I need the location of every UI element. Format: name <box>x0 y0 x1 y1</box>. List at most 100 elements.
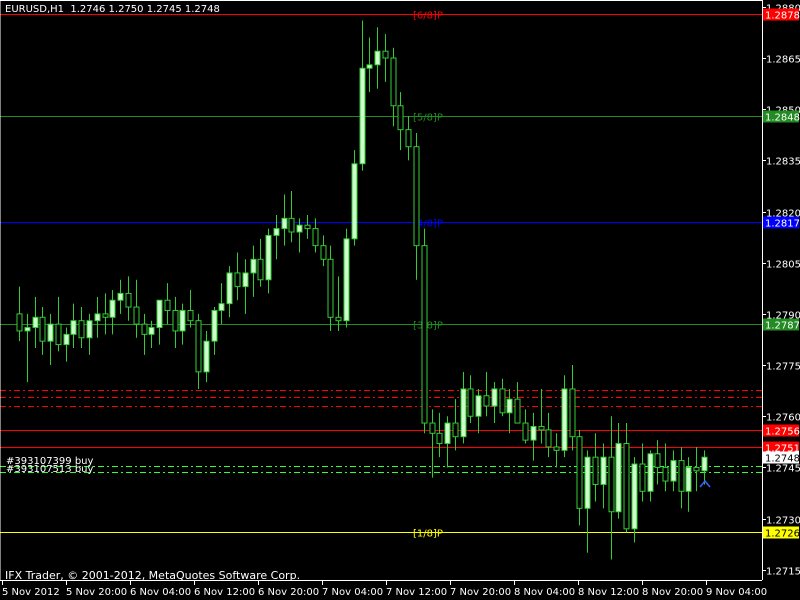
symbol-timeframe: EURUSD,H1 <box>5 4 65 15</box>
candle-body <box>678 460 685 492</box>
candle-body <box>553 446 560 451</box>
candle-body <box>172 309 179 332</box>
candle-body <box>109 299 116 318</box>
x-tick-label: 7 Nov 04:00 <box>322 587 383 598</box>
y-tick-label: 1.2865 <box>766 55 800 66</box>
candle-body <box>304 224 311 230</box>
candle-body <box>499 388 506 414</box>
candle-body <box>569 388 576 438</box>
candle-body <box>639 463 646 492</box>
candle-body <box>343 238 350 322</box>
x-tick-label: 6 Nov 20:00 <box>258 587 319 598</box>
candle-body <box>102 313 109 318</box>
candle-body <box>397 105 404 131</box>
price-tag-text: 1.2756 <box>765 427 800 438</box>
candle-body <box>296 224 303 233</box>
candle-body <box>405 129 412 148</box>
candle-body <box>600 456 607 485</box>
copyright-text: IFX Trader, © 2001-2012, MetaQuotes Soft… <box>5 569 301 582</box>
candle-body <box>382 50 389 59</box>
order-label[interactable]: #393107513 buy <box>6 464 93 475</box>
candle-body <box>78 320 85 339</box>
candle-body <box>32 316 39 329</box>
candle-body <box>429 422 436 434</box>
candle-body <box>234 272 241 288</box>
y-tick-label: 1.2805 <box>766 260 800 271</box>
candle-body <box>584 456 591 509</box>
candle-body <box>226 272 233 305</box>
candle-body <box>141 323 148 335</box>
x-tick-label: 8 Nov 12:00 <box>578 587 639 598</box>
level-label: [6/8]P <box>413 11 443 22</box>
candle-body <box>452 422 459 438</box>
candle-body <box>506 398 513 414</box>
candle-body <box>312 228 319 247</box>
candle-body <box>288 217 295 233</box>
current-price-text: 1.2748 <box>765 454 800 465</box>
candle-body <box>662 466 669 482</box>
candle-body <box>538 425 545 431</box>
candle-body <box>39 316 46 342</box>
candle-body <box>522 422 529 441</box>
candle-body <box>514 398 521 424</box>
x-tick-label: 8 Nov 04:00 <box>514 587 575 598</box>
candle-body <box>55 323 62 346</box>
y-tick-label: 1.2730 <box>766 516 800 527</box>
y-tick-label: 1.2745 <box>766 464 800 475</box>
candle-body <box>133 306 140 325</box>
candle-body <box>257 258 264 281</box>
candle-body <box>117 292 124 301</box>
candle-body <box>148 327 155 335</box>
candle-body <box>195 320 202 373</box>
price-tag-text: 1.2787 <box>765 321 800 332</box>
candle-body <box>125 292 132 308</box>
candle-body <box>654 453 661 468</box>
candle-body <box>693 466 700 472</box>
candle-body <box>460 388 467 438</box>
candle-body <box>94 313 101 322</box>
y-tick-label: 1.2715 <box>766 567 800 578</box>
price-tag-text: 1.2817 <box>765 219 800 230</box>
price-tag-text: 1.2878 <box>765 11 800 22</box>
candle-body <box>187 309 194 322</box>
symbol-header: EURUSD,H1 1.2746 1.2750 1.2745 1.2748 <box>5 4 220 15</box>
price-chart[interactable]: [6/8]P[5/8]P[4/8]P[3/8]P[1/8]P 1.28801.2… <box>0 0 800 600</box>
candle-body <box>615 443 622 513</box>
candle-body <box>24 327 31 332</box>
candle-body <box>623 443 630 530</box>
candle-body <box>327 258 334 318</box>
price-tag-text: 1.2848 <box>765 113 800 124</box>
x-tick-label: 7 Nov 20:00 <box>450 587 511 598</box>
candle-body <box>211 309 218 342</box>
level-label: [5/8]P <box>413 113 443 124</box>
candle-body <box>273 228 280 236</box>
candle-body <box>374 50 381 66</box>
candle-body <box>436 432 443 445</box>
candle-body <box>561 388 568 451</box>
candle-body <box>63 333 70 346</box>
candle-body <box>647 453 654 492</box>
y-tick-label: 1.2760 <box>766 413 800 424</box>
candle-body <box>670 460 677 482</box>
candle-body <box>366 64 373 69</box>
candle-body <box>390 57 397 107</box>
candle-body <box>491 388 498 407</box>
x-tick-label: 8 Nov 20:00 <box>642 587 703 598</box>
candle-body <box>47 323 54 342</box>
candle-body <box>320 245 327 260</box>
candle-body <box>86 320 93 339</box>
candle-body <box>530 425 537 441</box>
candle-body <box>592 456 599 485</box>
candle-body <box>179 309 186 332</box>
candle-body <box>335 316 342 322</box>
y-tick-label: 1.2835 <box>766 157 800 168</box>
x-tick-label: 5 Nov 20:00 <box>66 587 127 598</box>
candle-body <box>467 388 474 417</box>
candle-body <box>421 245 428 424</box>
y-tick-label: 1.2775 <box>766 362 800 373</box>
x-tick-label: 6 Nov 12:00 <box>194 587 255 598</box>
candle-body <box>265 234 272 281</box>
x-tick-label: 6 Nov 04:00 <box>130 587 191 598</box>
candle-body <box>576 436 583 509</box>
candle-body <box>545 429 552 448</box>
